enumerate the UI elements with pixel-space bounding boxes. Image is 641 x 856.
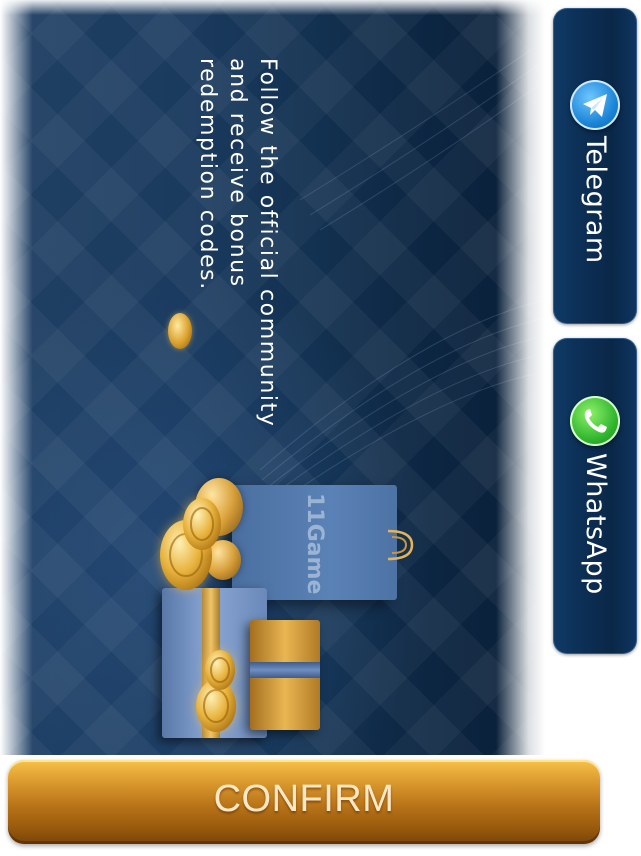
telegram-icon xyxy=(570,80,620,130)
bag-brand-label: 11Game xyxy=(302,493,327,595)
gold-coin xyxy=(183,498,221,550)
gift-ribbon xyxy=(250,662,320,678)
gift-box-gold xyxy=(250,620,320,730)
bag-handle-icon xyxy=(387,529,414,561)
whatsapp-icon xyxy=(570,396,620,446)
telegram-label: Telegram xyxy=(580,136,611,264)
floating-coin xyxy=(168,313,192,349)
promo-banner: Follow the official community and receiv… xyxy=(0,0,545,755)
community-dialog: Follow the official community and receiv… xyxy=(0,0,641,856)
whatsapp-button[interactable]: WhatsApp xyxy=(553,338,637,654)
shopping-bag-image: 11Game xyxy=(232,485,414,600)
telegram-button[interactable]: Telegram xyxy=(553,8,637,324)
promo-text: Follow the official community and receiv… xyxy=(195,58,280,428)
confirm-button[interactable]: CONFIRM xyxy=(8,760,600,844)
whatsapp-label: WhatsApp xyxy=(580,453,611,595)
gold-coin xyxy=(205,650,235,690)
confirm-label: CONFIRM xyxy=(213,778,395,820)
